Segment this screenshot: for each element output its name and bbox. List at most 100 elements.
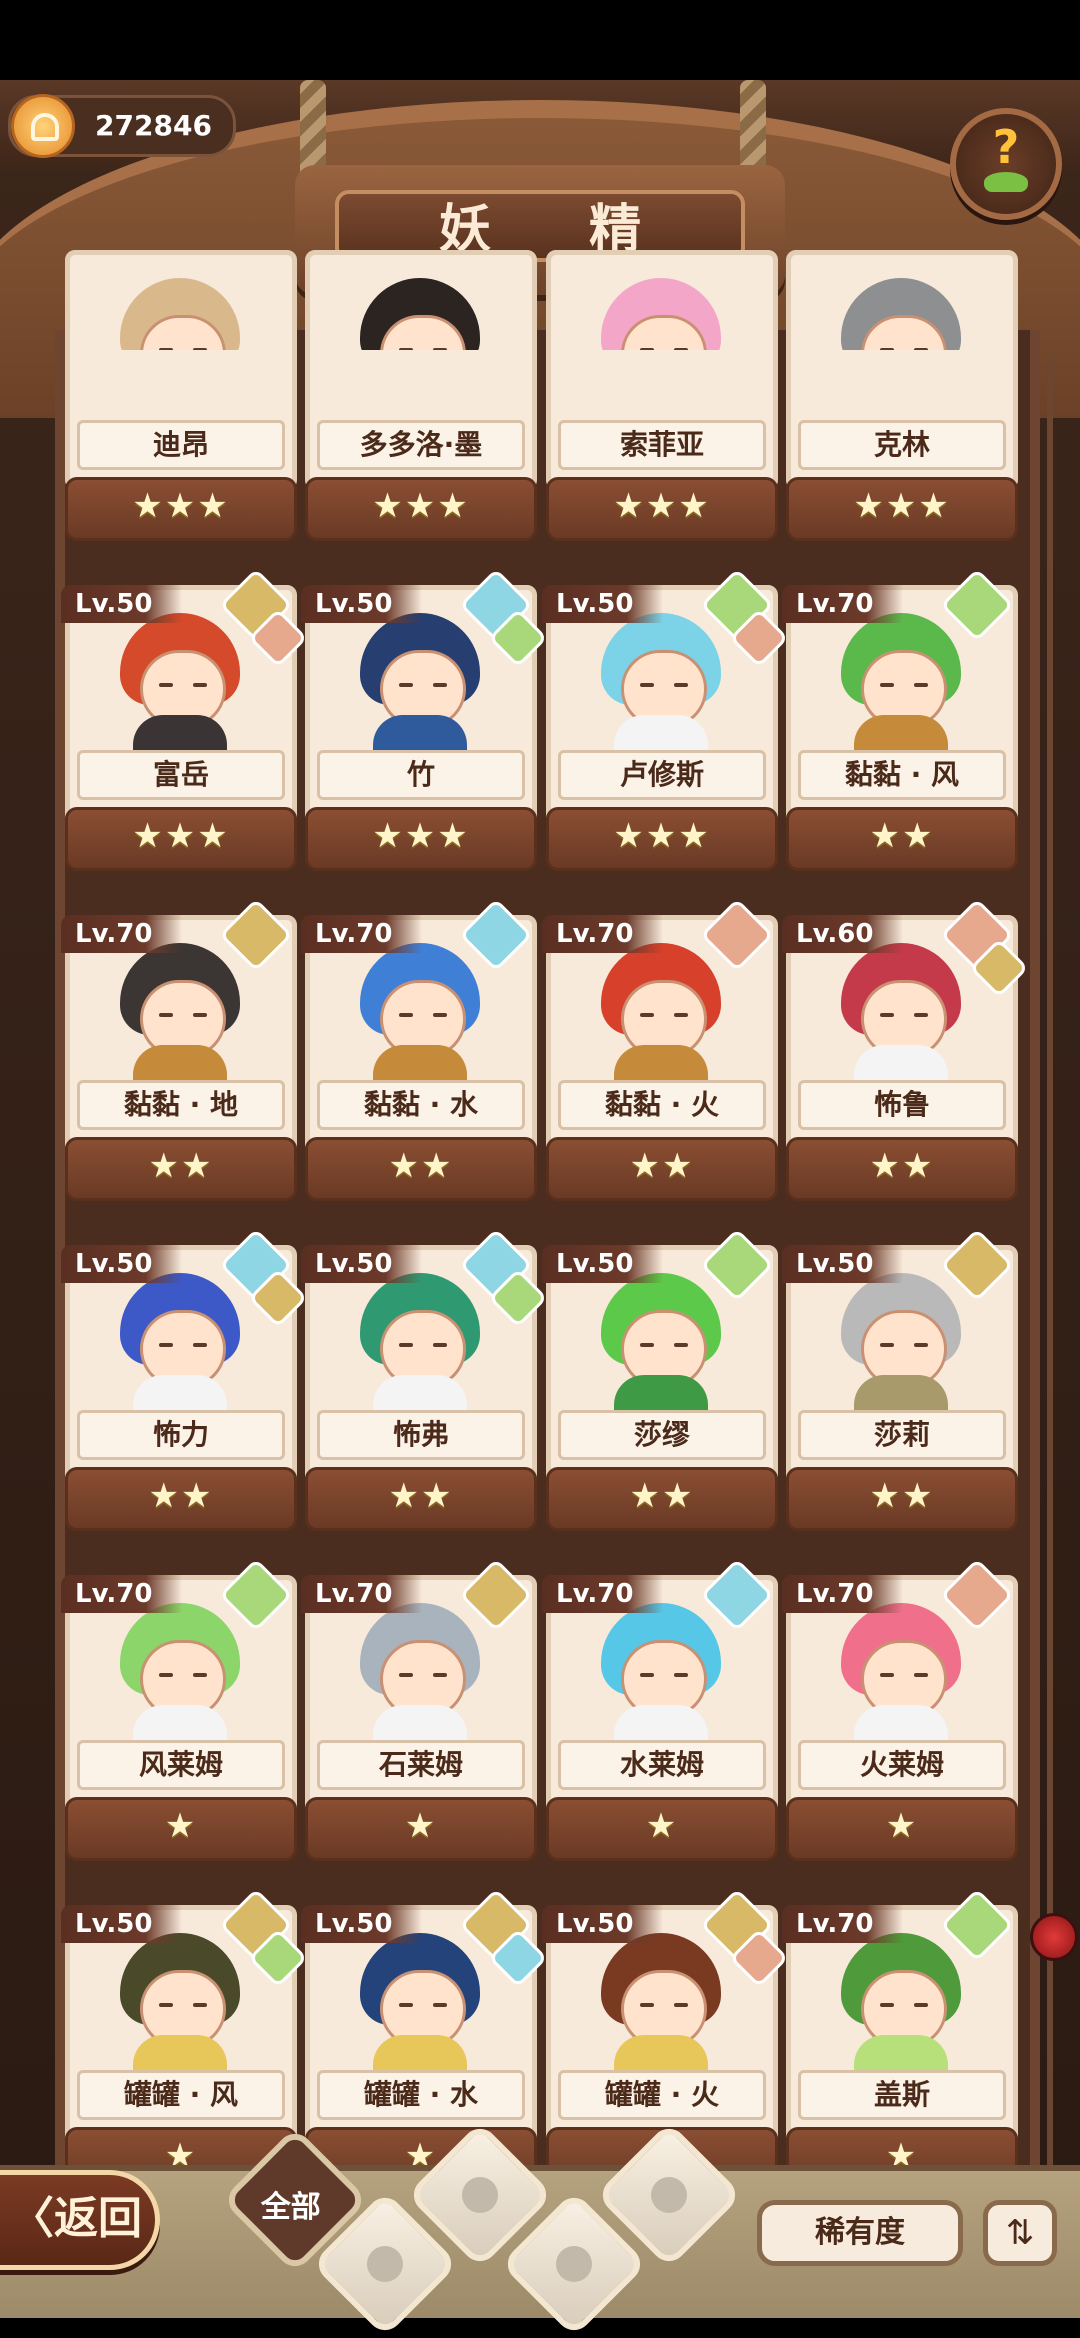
coin-value: 272846 xyxy=(95,109,212,142)
fairy-card[interactable]: 罐罐 · 风 ★ Lv.50 xyxy=(61,1888,308,2191)
fairy-portrait xyxy=(95,1925,265,2080)
rarity-stars: ★★ xyxy=(786,1467,1018,1531)
fairy-card[interactable]: 索菲亚 ★★★ xyxy=(546,250,778,541)
water-drop-icon xyxy=(462,2177,498,2213)
fairy-portrait xyxy=(576,935,746,1090)
fairy-card[interactable]: 多多洛·墨 ★★★ xyxy=(305,250,537,541)
rarity-sort-button[interactable]: 稀有度 xyxy=(757,2200,963,2266)
fairy-name: 水莱姆 xyxy=(558,1740,766,1790)
fairy-card[interactable]: 风莱姆 ★ Lv.70 xyxy=(61,1558,297,1861)
fairy-name: 克林 xyxy=(798,420,1006,470)
fairy-card[interactable]: 黏黏 · 风 ★★ Lv.70 xyxy=(782,568,1018,871)
level-badge: Lv.70 xyxy=(782,585,904,623)
fairy-portrait xyxy=(95,935,265,1090)
level-badge: Lv.60 xyxy=(782,915,904,953)
fairy-card[interactable]: 怖弗 ★★ Lv.50 xyxy=(301,1228,548,1531)
rarity-stars: ★★ xyxy=(65,1467,297,1531)
level-badge: Lv.50 xyxy=(301,1905,423,1943)
coin-counter: 272846 xyxy=(8,94,236,158)
rarity-stars: ★★★ xyxy=(546,807,778,871)
fairy-portrait xyxy=(335,605,505,760)
rarity-stars: ★ xyxy=(65,1797,297,1861)
rarity-stars: ★★ xyxy=(786,807,1018,871)
rarity-stars: ★★★ xyxy=(65,807,297,871)
scrollbar-track[interactable] xyxy=(1047,355,1053,2185)
fairy-portrait xyxy=(816,605,986,760)
level-badge: Lv.50 xyxy=(301,585,423,623)
fairy-card[interactable]: 竹 ★★★ Lv.50 xyxy=(301,568,548,871)
fairy-card[interactable]: 盖斯 ★ Lv.70 xyxy=(782,1888,1018,2191)
level-badge: Lv.70 xyxy=(542,1575,664,1613)
rarity-stars: ★★★ xyxy=(305,807,537,871)
fairy-name: 怖弗 xyxy=(317,1410,525,1460)
fairy-portrait xyxy=(576,605,746,760)
fairy-name: 黏黏 · 风 xyxy=(798,750,1006,800)
help-button[interactable]: ? xyxy=(950,108,1062,220)
level-badge: Lv.70 xyxy=(301,1575,423,1613)
fire-mountain-icon xyxy=(651,2177,687,2213)
fairy-card[interactable]: 富岳 ★★★ Lv.50 xyxy=(61,568,308,871)
fairy-name: 黏黏 · 地 xyxy=(77,1080,285,1130)
fairy-portrait xyxy=(816,1595,986,1750)
fairy-card[interactable]: 黏黏 · 地 ★★ Lv.70 xyxy=(61,898,297,1201)
rarity-stars: ★ xyxy=(546,1797,778,1861)
rarity-stars: ★★ xyxy=(305,1137,537,1201)
level-badge: Lv.50 xyxy=(542,585,664,623)
wood-icon xyxy=(367,2246,403,2282)
fairy-name: 盖斯 xyxy=(798,2070,1006,2120)
rarity-stars: ★★ xyxy=(305,1467,537,1531)
fairy-name: 多多洛·墨 xyxy=(317,420,525,470)
fairy-name: 罐罐 · 风 xyxy=(77,2070,285,2120)
fairy-portrait xyxy=(816,935,986,1090)
fairy-name: 风莱姆 xyxy=(77,1740,285,1790)
fairy-portrait xyxy=(335,1925,505,2080)
fairy-card[interactable]: 莎莉 ★★ Lv.50 xyxy=(782,1228,1018,1531)
filter-all-label: 全部 xyxy=(260,2190,321,2226)
fairy-card[interactable]: 怖鲁 ★★ Lv.60 xyxy=(782,898,1029,1201)
fairy-name: 罐罐 · 水 xyxy=(317,2070,525,2120)
back-button[interactable]: 〈返回 xyxy=(0,2170,160,2270)
fairy-name: 怖鲁 xyxy=(798,1080,1006,1130)
fairy-name: 卢修斯 xyxy=(558,750,766,800)
scrollbar-thumb[interactable] xyxy=(1030,1913,1078,1961)
fairy-card[interactable]: 怖力 ★★ Lv.50 xyxy=(61,1228,308,1531)
fairy-card[interactable]: 黏黏 · 水 ★★ Lv.70 xyxy=(301,898,537,1201)
game-frame: 妖 精 272846 ? 迪昂 ★★★ 多多洛·墨 ★★★ 索菲亚 ★★★ 克林 ★★★ 富岳 ★… xyxy=(0,80,1080,2312)
level-badge: Lv.70 xyxy=(782,1905,904,1943)
fairy-portrait xyxy=(576,1925,746,2080)
rarity-stars: ★★ xyxy=(65,1137,297,1201)
level-badge: Lv.70 xyxy=(542,915,664,953)
fairy-name: 火莱姆 xyxy=(798,1740,1006,1790)
fairy-card[interactable]: 黏黏 · 火 ★★ Lv.70 xyxy=(542,898,778,1201)
level-badge: Lv.50 xyxy=(782,1245,904,1283)
fairy-portrait xyxy=(816,1925,986,2080)
fairy-portrait xyxy=(95,1265,265,1420)
level-badge: Lv.50 xyxy=(542,1905,664,1943)
earth-icon xyxy=(556,2246,592,2282)
rarity-stars: ★★★ xyxy=(786,477,1018,541)
level-badge: Lv.70 xyxy=(61,1575,183,1613)
fairy-card[interactable]: 克林 ★★★ xyxy=(786,250,1018,541)
fairy-card[interactable]: 莎缪 ★★ Lv.50 xyxy=(542,1228,778,1531)
fairy-name: 迪昂 xyxy=(77,420,285,470)
fairy-name: 罐罐 · 火 xyxy=(558,2070,766,2120)
fairy-card[interactable]: 火莱姆 ★ Lv.70 xyxy=(782,1558,1018,1861)
help-question-icon: ? xyxy=(992,120,1020,174)
sort-order-button[interactable]: ⇅ xyxy=(983,2200,1057,2266)
fairy-card[interactable]: 水莱姆 ★ Lv.70 xyxy=(542,1558,778,1861)
level-badge: Lv.70 xyxy=(782,1575,904,1613)
fairy-card[interactable]: 石莱姆 ★ Lv.70 xyxy=(301,1558,537,1861)
rarity-stars: ★★ xyxy=(546,1467,778,1531)
fairy-portrait xyxy=(335,1595,505,1750)
fairy-name: 黏黏 · 水 xyxy=(317,1080,525,1130)
fairy-portrait xyxy=(95,270,265,350)
level-badge: Lv.50 xyxy=(61,585,183,623)
level-badge: Lv.50 xyxy=(61,1245,183,1283)
rarity-stars: ★★ xyxy=(786,1137,1018,1201)
level-badge: Lv.50 xyxy=(61,1905,183,1943)
fairy-name: 索菲亚 xyxy=(558,420,766,470)
fairy-card[interactable]: 迪昂 ★★★ xyxy=(65,250,297,541)
fairy-card[interactable]: 卢修斯 ★★★ Lv.50 xyxy=(542,568,789,871)
leaf-icon xyxy=(984,172,1028,192)
rarity-stars: ★★ xyxy=(546,1137,778,1201)
